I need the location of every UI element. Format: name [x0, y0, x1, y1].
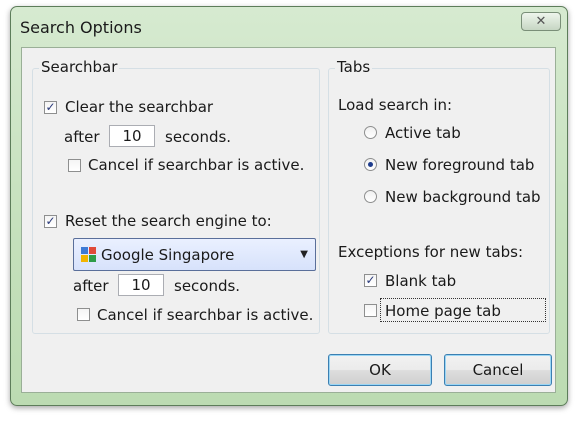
reset-seconds-input[interactable]: 10: [118, 274, 164, 296]
checkmark-icon: ✓: [45, 100, 56, 114]
active-tab-label: Active tab: [385, 124, 461, 142]
seconds-label-2: seconds.: [174, 277, 241, 295]
searchbar-legend: Searchbar: [39, 58, 120, 76]
load-search-label: Load search in:: [338, 96, 453, 114]
new-background-tab-label: New background tab: [385, 188, 541, 206]
window-title: Search Options: [20, 18, 142, 37]
exceptions-label: Exceptions for new tabs:: [338, 243, 524, 261]
dialog-body: Searchbar ✓ Clear the searchbar after 10…: [21, 47, 556, 393]
seconds-label-1: seconds.: [165, 128, 232, 146]
search-options-window: Search Options ✕ Searchbar ✓ Clear the s…: [10, 6, 568, 406]
tabs-group: Tabs Load search in: Active tab New fore…: [328, 58, 550, 334]
ok-button[interactable]: OK: [328, 354, 432, 386]
tabs-legend: Tabs: [335, 58, 373, 76]
chevron-down-icon: ▼: [300, 249, 308, 260]
clear-searchbar-label: Clear the searchbar: [65, 98, 214, 116]
cancel-if-active-label-2: Cancel if searchbar is active.: [97, 306, 314, 324]
cancel-if-active-label-1: Cancel if searchbar is active.: [88, 156, 305, 174]
close-button[interactable]: ✕: [521, 12, 561, 31]
clear-searchbar-checkbox[interactable]: ✓: [44, 101, 57, 114]
search-engine-dropdown[interactable]: Google Singapore ▼: [73, 238, 316, 271]
reset-engine-checkbox[interactable]: ✓: [44, 215, 57, 228]
cancel-if-active-checkbox-1[interactable]: [68, 159, 81, 172]
focus-outline: [380, 298, 546, 322]
clear-seconds-input[interactable]: 10: [109, 125, 155, 147]
checkmark-icon: ✓: [45, 214, 56, 228]
after-label-1: after: [64, 128, 100, 146]
selected-engine: Google Singapore: [101, 246, 235, 264]
checkmark-icon: ✓: [365, 273, 376, 287]
blank-tab-checkbox[interactable]: ✓: [364, 274, 377, 287]
radio-new-foreground-tab[interactable]: [364, 158, 377, 171]
new-foreground-tab-label: New foreground tab: [385, 156, 535, 174]
cancel-button-label: Cancel: [472, 361, 524, 379]
ok-button-label: OK: [369, 361, 391, 379]
home-page-tab-checkbox[interactable]: [364, 304, 377, 317]
blank-tab-label: Blank tab: [385, 272, 457, 290]
close-icon: ✕: [535, 14, 547, 29]
reset-engine-label: Reset the search engine to:: [65, 212, 272, 230]
cancel-button[interactable]: Cancel: [444, 354, 552, 386]
after-label-2: after: [73, 277, 109, 295]
radio-active-tab[interactable]: [364, 126, 377, 139]
google-logo-icon: [81, 247, 96, 262]
cancel-if-active-checkbox-2[interactable]: [77, 308, 90, 321]
radio-new-background-tab[interactable]: [364, 190, 377, 203]
